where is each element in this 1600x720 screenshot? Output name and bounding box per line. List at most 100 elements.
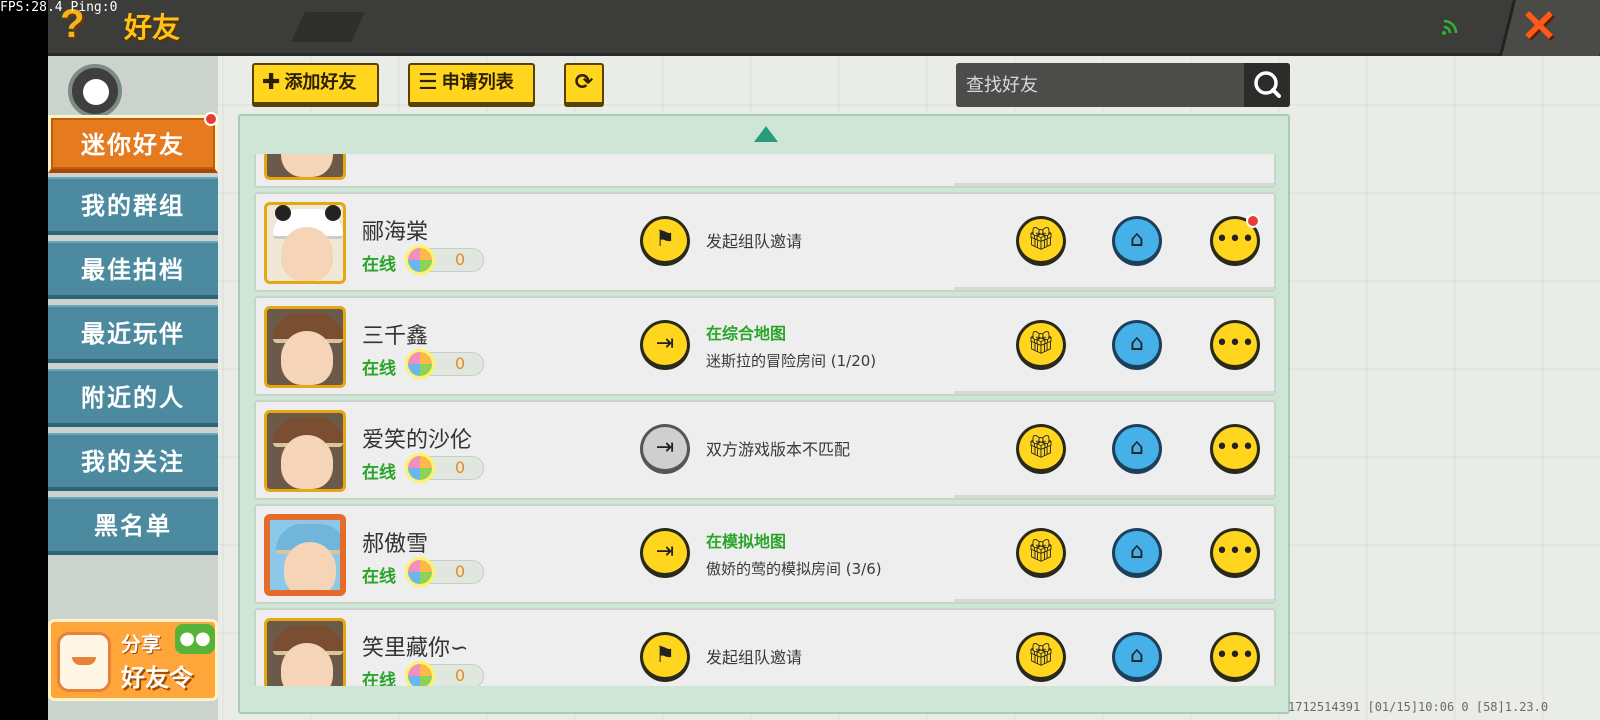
version-mismatch-label: 双方游戏版本不匹配 (706, 440, 851, 459)
toggle-knob (83, 79, 109, 105)
gift-button[interactable]: 🎁︎ (1016, 632, 1066, 682)
enter-icon: ⇥ (655, 331, 675, 356)
friend-code-label: 好友令 (121, 664, 193, 692)
map-status: 在综合地图 (706, 324, 787, 343)
request-list-label: 申请列表 (441, 72, 514, 93)
sidebar-item-my-groups[interactable]: 我的群组 (48, 177, 218, 235)
score-value: 0 (455, 354, 466, 373)
gem-icon (405, 557, 435, 587)
refresh-button[interactable]: ⟳ (564, 63, 604, 107)
friend-name: 郦海棠 (362, 220, 429, 245)
score-value: 0 (455, 562, 466, 581)
home-icon: ⌂ (1130, 643, 1144, 668)
gift-button[interactable]: 🎁︎ (1016, 424, 1066, 474)
avatar-face (281, 227, 333, 281)
fps-counter: FPS:28.4 Ping:0 (0, 0, 118, 15)
search-box (956, 63, 1290, 107)
friend-row-partial[interactable] (254, 154, 1276, 188)
search-button[interactable] (1244, 63, 1290, 107)
enter-icon: ⇥ (655, 435, 675, 460)
friend-row[interactable]: 郦海棠 在线 0 ⚑ 发起组队邀请 🎁︎ ⌂ ••• (254, 192, 1276, 292)
gift-button[interactable]: 🎁︎ (1016, 216, 1066, 266)
chat-button[interactable]: ••• (1210, 320, 1260, 370)
gem-icon (405, 453, 435, 483)
gift-button[interactable]: 🎁︎ (1016, 320, 1066, 370)
home-button[interactable]: ⌂ (1112, 216, 1162, 266)
friend-avatar[interactable] (264, 306, 346, 388)
share-label: 分享 (121, 632, 161, 656)
chat-icon: ••• (1215, 227, 1255, 252)
home-icon: ⌂ (1130, 539, 1144, 564)
gem-icon (405, 245, 435, 275)
sidebar-item-nearby[interactable]: 附近的人 (48, 369, 218, 427)
friend-name: 笑里藏你∽ (362, 636, 469, 661)
home-button[interactable]: ⌂ (1112, 320, 1162, 370)
home-button[interactable]: ⌂ (1112, 424, 1162, 474)
friend-row[interactable]: 笑里藏你∽ 在线 0 ⚑ 发起组队邀请 🎁︎ ⌂ ••• (254, 608, 1276, 686)
sidebar: 迷你好友 我的群组 最佳拍档 最近玩伴 附近的人 我的关注 黑名单 ●● 分享 … (48, 56, 218, 720)
team-invite-button[interactable]: ⚑ (640, 216, 690, 266)
signal-icon (1442, 19, 1458, 35)
friend-avatar[interactable] (264, 618, 346, 686)
friend-avatar[interactable] (264, 410, 346, 492)
join-room-button-disabled: ⇥ (640, 424, 690, 474)
friend-row[interactable]: 郝傲雪 在线 0 ⇥ 在模拟地图 傲娇的莺的模拟房间 (3/6) 🎁︎ ⌂ ••… (254, 504, 1276, 604)
room-name: 迷斯拉的冒险房间 (1/20) (706, 352, 877, 370)
score-badge: 0 (405, 245, 484, 275)
friend-name: 郝傲雪 (362, 532, 429, 557)
score-value: 0 (455, 666, 466, 685)
search-input[interactable] (956, 63, 1244, 107)
notification-badge (204, 112, 218, 126)
flag-icon: ⚑ (655, 643, 675, 668)
sidebar-item-recent-players[interactable]: 最近玩伴 (48, 305, 218, 363)
home-icon: ⌂ (1130, 331, 1144, 356)
gem-icon (405, 661, 435, 686)
add-friend-label: 添加好友 (284, 72, 357, 93)
gift-icon: 🎁︎ (1027, 227, 1055, 252)
friend-row[interactable]: 爱笑的沙伦 在线 0 ⇥ 双方游戏版本不匹配 🎁︎ ⌂ ••• (254, 400, 1276, 500)
list-icon: ☰ (418, 70, 438, 95)
search-icon (1254, 71, 1281, 98)
chat-button[interactable]: ••• (1210, 632, 1260, 682)
enter-icon: ⇥ (655, 539, 675, 564)
profile-toggle[interactable] (68, 64, 122, 118)
sidebar-item-best-partner[interactable]: 最佳拍档 (48, 241, 218, 299)
action-label: 发起组队邀请 (706, 232, 803, 251)
friend-avatar[interactable] (264, 154, 346, 180)
gift-button[interactable]: 🎁︎ (1016, 528, 1066, 578)
friend-row[interactable]: 三千鑫 在线 0 ⇥ 在综合地图 迷斯拉的冒险房间 (1/20) 🎁︎ ⌂ ••… (254, 296, 1276, 396)
close-icon[interactable]: ✕ (1516, 4, 1562, 50)
online-status: 在线 (362, 671, 396, 686)
chat-icon: ••• (1215, 331, 1255, 356)
chat-button[interactable]: ••• (1210, 528, 1260, 578)
action-label: 发起组队邀请 (706, 648, 803, 667)
top-bar-decoration (291, 12, 365, 42)
gift-icon: 🎁︎ (1027, 539, 1055, 564)
chat-button[interactable]: ••• (1210, 424, 1260, 474)
team-invite-button[interactable]: ⚑ (640, 632, 690, 682)
friend-avatar[interactable] (264, 202, 346, 284)
plus-icon: ✚ (262, 70, 281, 95)
friend-list[interactable]: 郦海棠 在线 0 ⚑ 发起组队邀请 🎁︎ ⌂ ••• 三千鑫 在线 0 ⇥ 在综… (240, 154, 1288, 686)
wechat-icon: ●● (175, 624, 215, 654)
gem-icon (405, 349, 435, 379)
home-button[interactable]: ⌂ (1112, 632, 1162, 682)
sidebar-item-following[interactable]: 我的关注 (48, 433, 218, 491)
room-name: 傲娇的莺的模拟房间 (3/6) (706, 560, 882, 578)
add-friend-button[interactable]: ✚ 添加好友 (252, 63, 379, 107)
scroll-up-arrow-icon[interactable] (754, 126, 778, 142)
gift-icon: 🎁︎ (1027, 331, 1055, 356)
chat-icon: ••• (1215, 643, 1255, 668)
flag-icon: ⚑ (655, 227, 675, 252)
friend-avatar[interactable] (264, 514, 346, 596)
sidebar-item-blacklist[interactable]: 黑名单 (48, 497, 218, 555)
avatar-face (284, 542, 336, 590)
online-status: 在线 (362, 463, 396, 483)
join-room-button[interactable]: ⇥ (640, 320, 690, 370)
join-room-button[interactable]: ⇥ (640, 528, 690, 578)
sidebar-item-mini-friends[interactable]: 迷你好友 (48, 115, 218, 173)
request-list-button[interactable]: ☰ 申请列表 (408, 63, 535, 107)
score-badge: 0 (405, 557, 484, 587)
share-friend-code-button[interactable]: ●● 分享 好友令 (48, 619, 218, 701)
home-button[interactable]: ⌂ (1112, 528, 1162, 578)
